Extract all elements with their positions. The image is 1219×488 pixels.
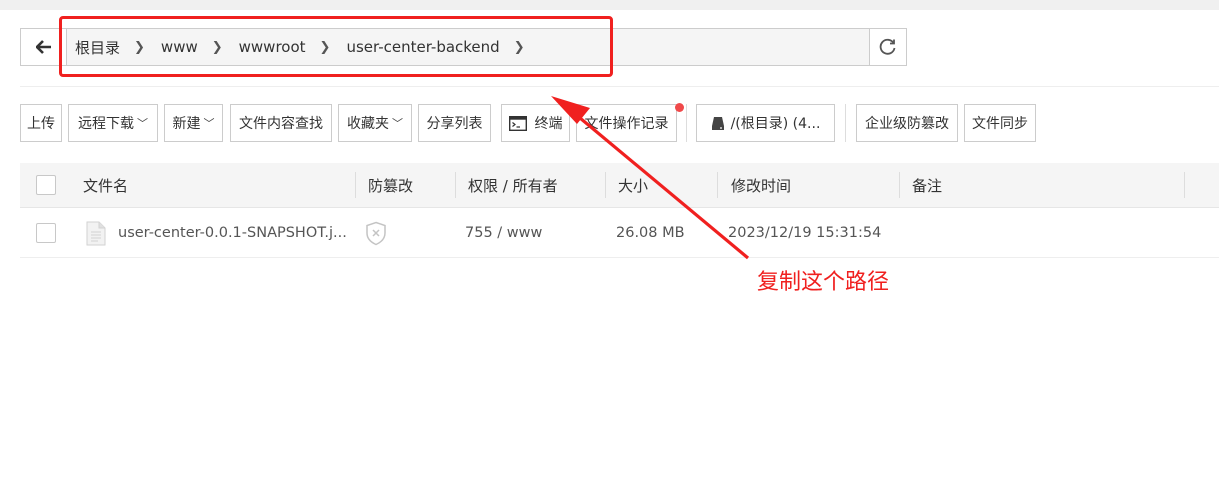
annotation-text: 复制这个路径 bbox=[757, 270, 890, 295]
annotation-arrow bbox=[551, 96, 750, 260]
